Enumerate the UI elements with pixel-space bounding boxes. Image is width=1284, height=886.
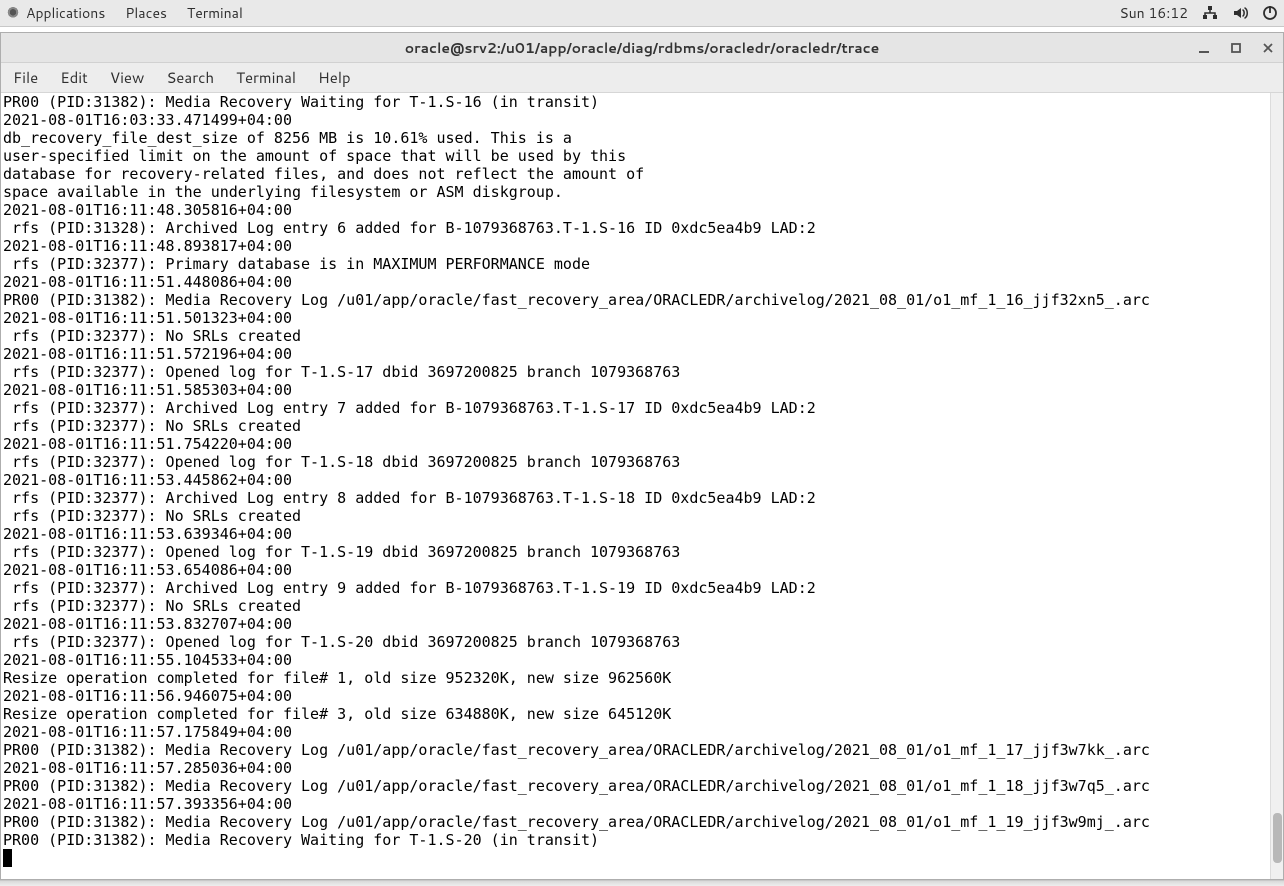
places-menu[interactable]: Places bbox=[125, 3, 167, 23]
menu-view[interactable]: View bbox=[110, 67, 145, 88]
bottom-taskbar bbox=[0, 880, 1284, 886]
menu-file[interactable]: File bbox=[13, 67, 38, 88]
panel-left: Applications Places Terminal bbox=[6, 3, 243, 23]
terminal-area[interactable]: PR00 (PID:31382): Media Recovery Waiting… bbox=[1, 93, 1283, 879]
menu-help[interactable]: Help bbox=[318, 67, 351, 88]
clock[interactable]: Sun 16:12 bbox=[1119, 3, 1188, 23]
window-title: oracle@srv2:/u01/app/oracle/diag/rdbms/o… bbox=[405, 38, 880, 58]
scrollbar-thumb[interactable] bbox=[1273, 813, 1282, 863]
terminal-window: oracle@srv2:/u01/app/oracle/diag/rdbms/o… bbox=[0, 32, 1284, 880]
minimize-button[interactable] bbox=[1197, 41, 1211, 55]
window-controls bbox=[1197, 33, 1275, 62]
window-titlebar[interactable]: oracle@srv2:/u01/app/oracle/diag/rdbms/o… bbox=[1, 33, 1283, 63]
terminal-output: PR00 (PID:31382): Media Recovery Waiting… bbox=[1, 93, 1283, 867]
terminal-cursor bbox=[3, 849, 12, 867]
close-button[interactable] bbox=[1261, 41, 1275, 55]
terminal-menu[interactable]: Terminal bbox=[187, 3, 243, 23]
menu-search[interactable]: Search bbox=[166, 67, 214, 88]
applications-menu[interactable]: Applications bbox=[26, 3, 105, 23]
power-icon[interactable] bbox=[1262, 5, 1278, 21]
vertical-scrollbar[interactable] bbox=[1270, 93, 1283, 879]
maximize-button[interactable] bbox=[1229, 41, 1243, 55]
menubar: File Edit View Search Terminal Help bbox=[1, 63, 1283, 93]
menu-terminal[interactable]: Terminal bbox=[236, 67, 296, 88]
volume-icon[interactable] bbox=[1232, 5, 1248, 21]
gnome-logo-icon bbox=[6, 6, 20, 20]
terminal-text: PR00 (PID:31382): Media Recovery Waiting… bbox=[3, 93, 1150, 849]
gnome-top-panel: Applications Places Terminal Sun 16:12 bbox=[0, 0, 1284, 27]
network-icon[interactable] bbox=[1202, 5, 1218, 21]
menu-edit[interactable]: Edit bbox=[60, 67, 88, 88]
panel-right: Sun 16:12 bbox=[1119, 3, 1278, 23]
